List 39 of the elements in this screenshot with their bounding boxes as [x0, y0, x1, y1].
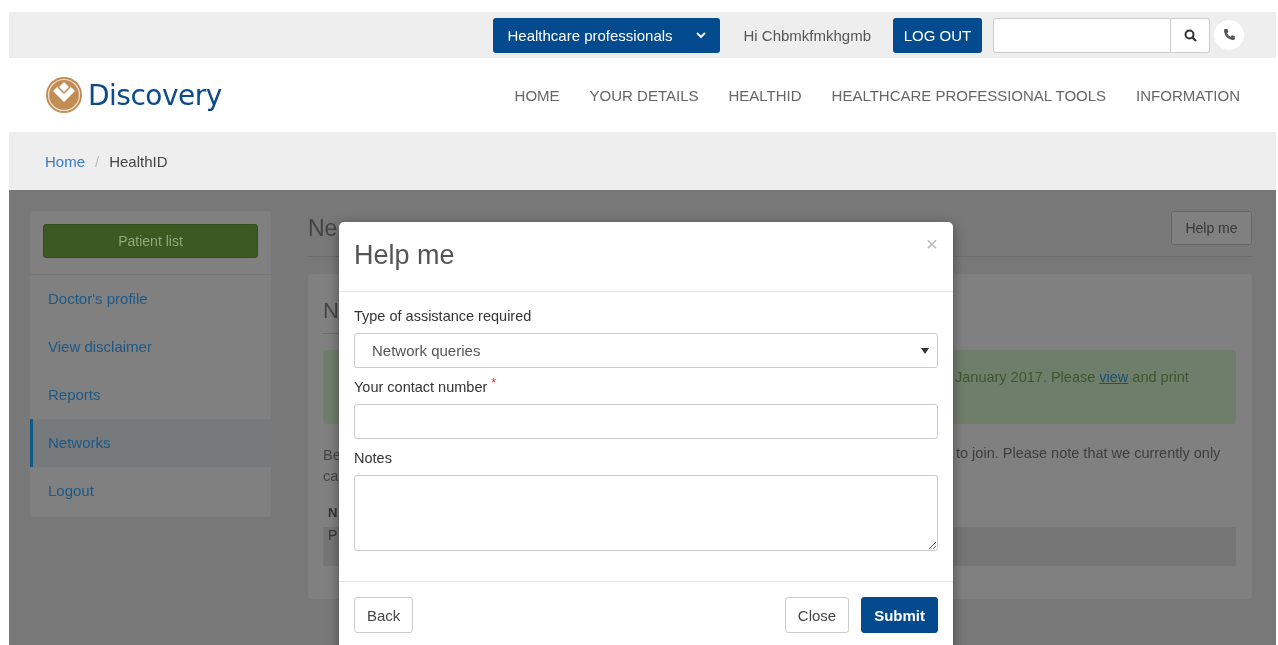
breadcrumb-separator: / [95, 152, 100, 170]
logo-text: Discovery [88, 78, 222, 112]
breadcrumb-link[interactable]: Home [45, 152, 85, 170]
caret-icon [921, 347, 929, 354]
alert-text: January 2017. Please view and print [955, 369, 1189, 385]
search-field[interactable] [993, 17, 1171, 53]
paragraph-text: ca [323, 467, 339, 486]
field-label: Type of assistance required [354, 308, 532, 326]
close-button[interactable]: Close [784, 597, 850, 633]
patient-list-button[interactable]: Patient list [43, 224, 258, 258]
field-label: Notes [354, 450, 392, 468]
nav-link[interactable]: HEALTHCARE PROFESSIONAL TOOLS [831, 86, 1107, 104]
nav-link[interactable]: HEALTHID [728, 86, 802, 104]
help-button[interactable]: Help me [1171, 211, 1252, 245]
nav-link[interactable]: HOME [514, 86, 560, 104]
notes-field[interactable] [354, 475, 938, 551]
phone-icon [1222, 28, 1236, 42]
audience-dropdown[interactable]: Healthcare professionals [493, 17, 721, 53]
back-button[interactable]: Back [354, 597, 414, 633]
table-header: N [327, 505, 338, 522]
search-icon [1183, 28, 1197, 42]
nav-link[interactable]: YOUR DETAILS [589, 86, 699, 104]
nav-link[interactable]: INFORMATION [1136, 86, 1240, 104]
logout-button[interactable]: LOG OUT [893, 17, 982, 53]
greeting-text: Hi Chbmkfmkhgmb [743, 26, 871, 44]
submit-button[interactable]: Submit [861, 597, 938, 633]
required-mark: * [491, 375, 497, 392]
search-button[interactable] [1171, 17, 1210, 53]
contact-number-field[interactable] [354, 404, 938, 439]
phone-button[interactable] [1214, 20, 1244, 50]
field-label: Your contact number [354, 379, 488, 397]
breadcrumb-current: HealthID [109, 152, 168, 170]
chevron-icon [696, 31, 707, 39]
dialog-title: Help me [354, 240, 455, 271]
assistance-select[interactable]: Network queries [354, 333, 938, 368]
logo-icon [45, 76, 83, 114]
card-heading: N [323, 288, 339, 334]
paragraph-text: to join. Please note that we currently only [956, 445, 1221, 463]
table-cell: P [328, 527, 338, 543]
